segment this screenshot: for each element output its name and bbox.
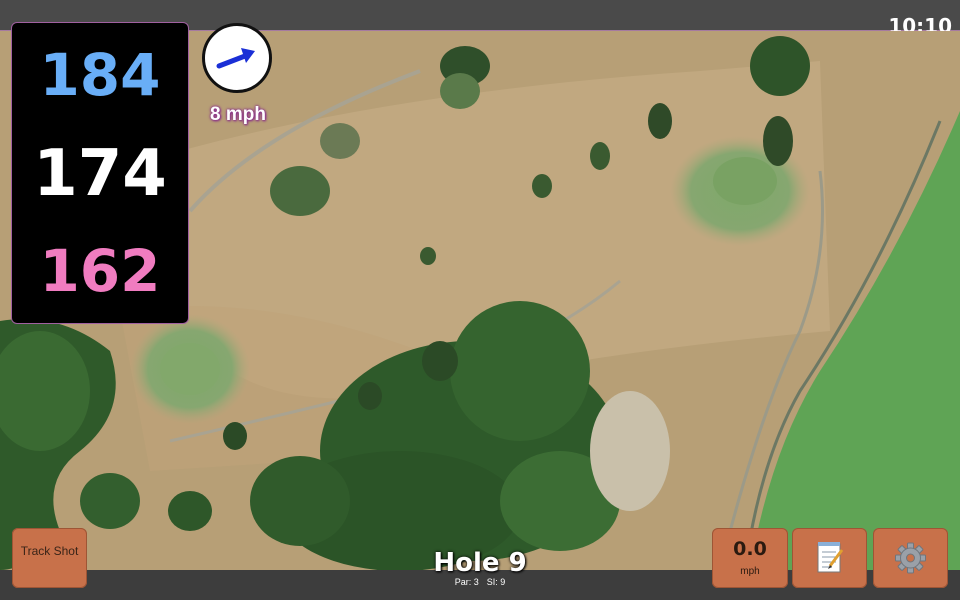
wind-indicator [202, 23, 272, 93]
hole-title: Hole 9 [433, 548, 527, 578]
hole-si: SI: 9 [486, 577, 506, 587]
track-shot-button[interactable]: Track Shot [12, 528, 87, 588]
speed-unit: mph [740, 566, 760, 577]
speed-value: 0.0 [733, 538, 767, 560]
distance-panel: 184 174 162 [11, 22, 189, 324]
hole-info: Par: 3 SI: 9 [380, 577, 580, 587]
gear-icon [895, 542, 926, 574]
middle-distance: 174 [33, 137, 167, 211]
back-distance: 184 [39, 41, 161, 109]
wind-speed-label: 8 mph [210, 104, 266, 125]
arrow-icon [216, 48, 255, 69]
notes-button[interactable] [792, 528, 867, 588]
track-shot-label: Track Shot [20, 544, 79, 558]
hole-par: Par: 3 [454, 577, 479, 587]
front-distance: 162 [39, 237, 161, 305]
notepad-icon [817, 542, 844, 573]
settings-button[interactable] [873, 528, 948, 588]
speed-button[interactable]: 0.0 mph [712, 528, 788, 588]
